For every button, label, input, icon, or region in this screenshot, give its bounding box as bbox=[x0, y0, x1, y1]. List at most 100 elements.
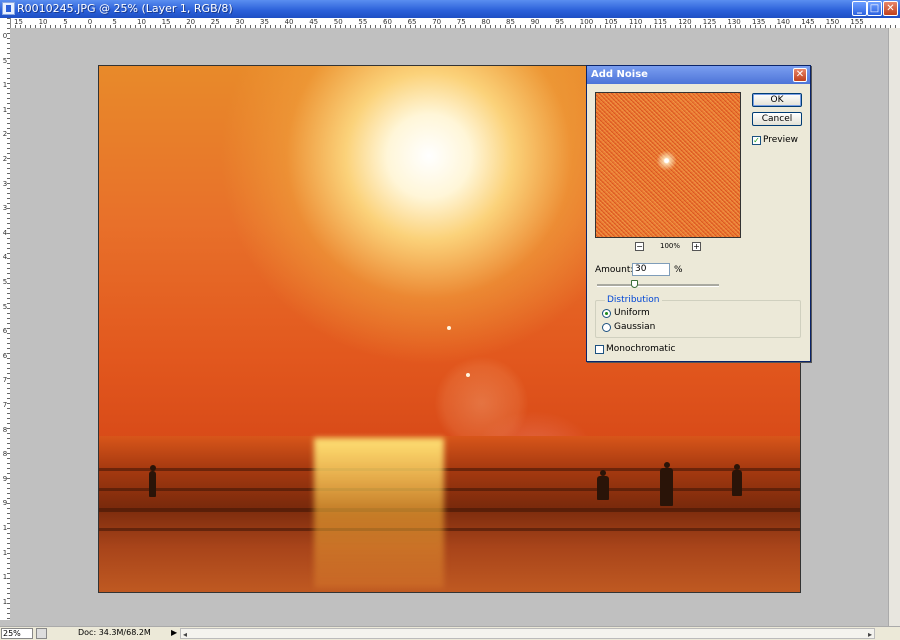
ruler-tick-label: 2 bbox=[2, 155, 8, 163]
ruler-tick-label: 10 bbox=[38, 18, 48, 26]
uniform-label[interactable]: Uniform bbox=[614, 308, 650, 318]
ruler-tick-label: 7 bbox=[2, 401, 8, 409]
ruler-tick-label: 8 bbox=[2, 450, 8, 459]
ruler-tick-label: 110 bbox=[629, 18, 643, 26]
window-title-bar[interactable]: R0010245.JPG @ 25% (Layer 1, RGB/8) _ □ … bbox=[0, 0, 900, 18]
ruler-tick-label: 125 bbox=[702, 18, 717, 26]
minimize-button[interactable]: _ bbox=[852, 1, 867, 16]
ruler-tick-label: 25 bbox=[210, 18, 220, 26]
maximize-button[interactable]: □ bbox=[867, 1, 882, 16]
silhouette-person bbox=[732, 464, 742, 496]
preview-label[interactable]: Preview bbox=[763, 135, 798, 145]
monochromatic-label[interactable]: Monochromatic bbox=[606, 344, 675, 354]
sun-reflection bbox=[314, 438, 444, 588]
silhouette-person bbox=[597, 470, 609, 500]
ruler-tick-label: 5 bbox=[63, 18, 68, 26]
ruler-tick-label: 145 bbox=[801, 18, 815, 26]
zoom-out-button[interactable]: − bbox=[635, 242, 644, 251]
ruler-tick-label: 60 bbox=[383, 18, 392, 26]
distribution-group bbox=[595, 300, 801, 338]
ruler-tick-label: 95 bbox=[555, 18, 565, 26]
dialog-title[interactable]: Add Noise bbox=[587, 66, 810, 84]
preview-checkbox[interactable]: ✓ bbox=[752, 136, 761, 145]
monochromatic-checkbox[interactable] bbox=[595, 345, 604, 354]
gaussian-label[interactable]: Gaussian bbox=[614, 322, 655, 332]
silhouette-person bbox=[660, 462, 673, 506]
ruler-tick-label: 65 bbox=[407, 18, 417, 26]
ruler-tick-label: 115 bbox=[653, 18, 667, 26]
ruler-tick-label: 5 bbox=[2, 278, 8, 286]
window-title: R0010245.JPG @ 25% (Layer 1, RGB/8) bbox=[17, 2, 233, 15]
ruler-tick-label: 5 bbox=[2, 302, 8, 311]
dialog-close-button[interactable]: ✕ bbox=[793, 68, 807, 82]
status-info-icon[interactable] bbox=[36, 628, 47, 639]
wave-band bbox=[99, 468, 800, 471]
amount-slider-thumb[interactable] bbox=[630, 280, 638, 288]
ruler-tick-label: 150 bbox=[825, 18, 840, 26]
lens-flare-dot bbox=[466, 373, 470, 377]
status-menu-arrow-icon[interactable]: ▶ bbox=[171, 628, 177, 638]
ruler-tick-label: 3 bbox=[2, 179, 8, 188]
amount-unit: % bbox=[674, 265, 683, 275]
ruler-tick-label: 75 bbox=[456, 18, 466, 26]
vertical-scrollbar[interactable] bbox=[888, 28, 900, 626]
ruler-tick-label: 15 bbox=[161, 18, 171, 26]
ruler-tick-label: 1 bbox=[2, 548, 8, 557]
ruler-tick-label: 9 bbox=[2, 499, 8, 508]
amount-slider-track[interactable] bbox=[597, 284, 719, 287]
photoshop-document-icon bbox=[2, 2, 15, 15]
ruler-tick-label: 0 bbox=[2, 32, 8, 40]
gaussian-radio[interactable] bbox=[602, 323, 611, 332]
ruler-tick-label: 5 bbox=[112, 18, 117, 26]
cancel-button[interactable]: Cancel bbox=[752, 112, 802, 126]
ruler-tick-label: 8 bbox=[2, 425, 8, 434]
ruler-tick-label: 155 bbox=[850, 18, 864, 26]
ruler-tick-label: 1 bbox=[2, 573, 8, 582]
ruler-tick-label: 85 bbox=[506, 18, 515, 26]
ruler-tick-label: 45 bbox=[309, 18, 319, 26]
ruler-tick-label: 30 bbox=[235, 18, 245, 26]
horizontal-scrollbar[interactable]: ◂ ▸ bbox=[180, 628, 875, 639]
amount-field[interactable]: 30 bbox=[632, 263, 670, 276]
uniform-radio[interactable] bbox=[602, 309, 611, 318]
ruler-tick-label: 20 bbox=[186, 18, 196, 26]
ruler-tick-label: 120 bbox=[678, 18, 692, 26]
ruler-tick-label: 0 bbox=[87, 18, 93, 26]
wave-band bbox=[99, 488, 800, 491]
zoom-in-button[interactable]: + bbox=[692, 242, 701, 251]
ruler-tick-label: 140 bbox=[776, 18, 790, 26]
preview-zoom-level: 100% bbox=[660, 242, 681, 250]
ok-button[interactable]: OK bbox=[752, 93, 802, 107]
scroll-left-icon[interactable]: ◂ bbox=[183, 630, 187, 640]
distribution-title: Distribution bbox=[605, 295, 662, 305]
ruler-tick-label: 40 bbox=[284, 18, 294, 26]
ruler-tick-label: 55 bbox=[358, 18, 368, 26]
wave-band bbox=[99, 528, 800, 531]
ruler-tick-label: 70 bbox=[432, 18, 442, 26]
zoom-level-field[interactable]: 25% bbox=[1, 628, 33, 639]
ruler-tick-label: 4 bbox=[2, 228, 8, 237]
ruler-tick-label: 1 bbox=[2, 524, 8, 532]
ruler-tick-label: 2 bbox=[2, 130, 8, 139]
sun bbox=[219, 66, 639, 366]
ruler-tick-label: 6 bbox=[2, 327, 8, 336]
ruler-tick-label: 50 bbox=[333, 18, 343, 26]
ruler-tick-label: 90 bbox=[530, 18, 540, 26]
ruler-tick-label: 1 bbox=[2, 597, 8, 606]
close-button[interactable]: ✕ bbox=[883, 1, 898, 16]
document-size-info: Doc: 34.3M/68.2M bbox=[50, 628, 168, 639]
ruler-tick-label: 4 bbox=[2, 253, 8, 262]
ruler-tick-label: 3 bbox=[2, 204, 8, 213]
ruler-tick-label: 105 bbox=[604, 18, 618, 26]
ruler-tick-label: 80 bbox=[481, 18, 491, 26]
noise-preview[interactable] bbox=[595, 92, 741, 238]
add-noise-dialog: Add Noise ✕ − 100% + OK Cancel ✓ Preview… bbox=[586, 65, 811, 362]
sea bbox=[99, 436, 800, 592]
ruler-tick-label: 5 bbox=[2, 56, 8, 65]
amount-label: Amount: bbox=[595, 265, 634, 275]
silhouette-person bbox=[149, 465, 156, 497]
ruler-tick-label: 100 bbox=[579, 18, 594, 26]
ruler-tick-label: 35 bbox=[260, 18, 269, 26]
scroll-right-icon[interactable]: ▸ bbox=[868, 630, 872, 640]
lens-flare-dot bbox=[447, 326, 451, 330]
